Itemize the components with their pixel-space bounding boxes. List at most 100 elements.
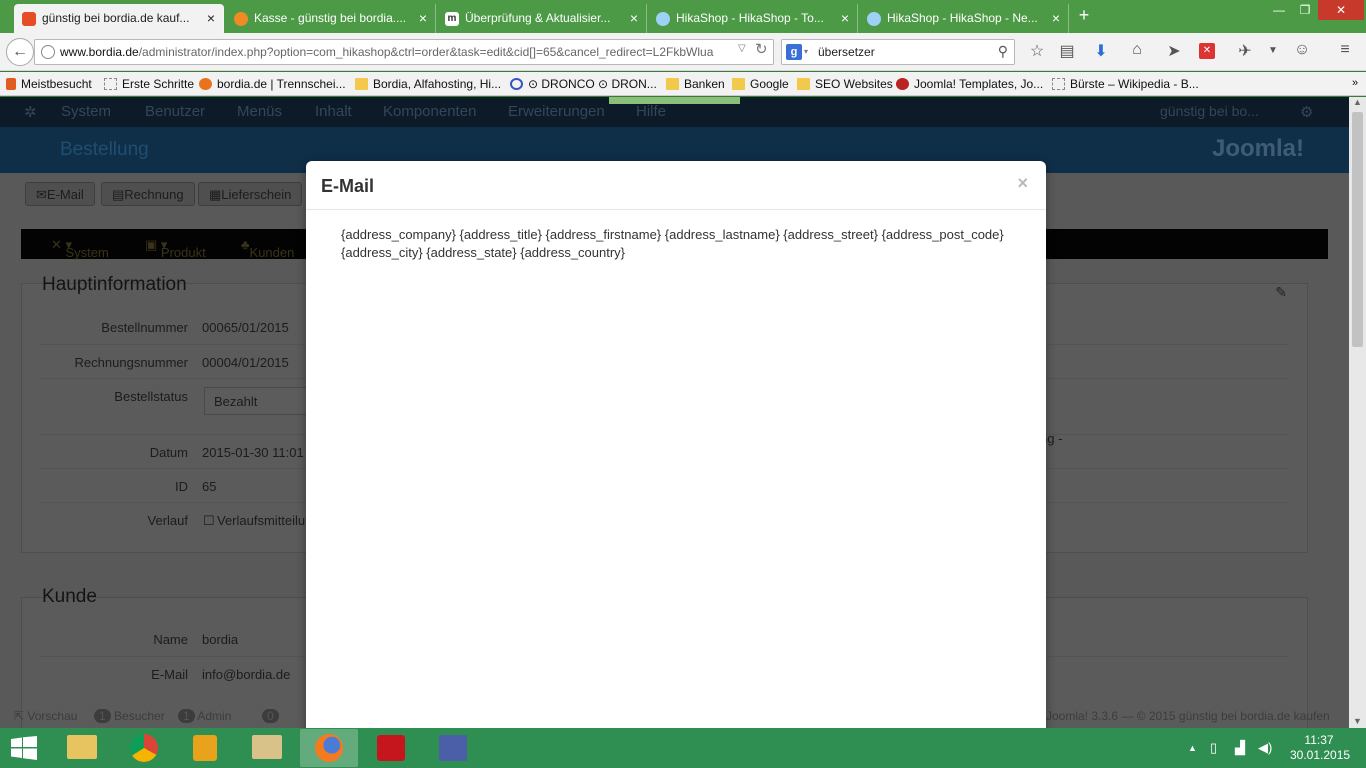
window-close-button[interactable]: ✕ xyxy=(1318,0,1364,20)
customer-title: Kunde xyxy=(42,586,97,607)
close-icon[interactable]: × xyxy=(419,10,427,26)
tab-5[interactable]: HikaShop - HikaShop - Ne... × xyxy=(859,4,1069,33)
hika-menu-system[interactable]: ✕ System ▾ xyxy=(51,237,109,260)
tab-3[interactable]: m Überprüfung & Aktualisier... × xyxy=(437,4,647,33)
bookmarks-overflow-icon[interactable]: » xyxy=(1352,77,1358,89)
bookmark-meistbesucht[interactable]: Meistbesucht xyxy=(6,77,92,91)
scroll-up-icon[interactable]: ▲ xyxy=(1353,97,1362,107)
tab-2[interactable]: Kasse - günstig bei bordia.... × xyxy=(226,4,436,33)
magnifier-icon[interactable]: ⚲ xyxy=(998,43,1008,60)
visitors-badge: 1 Besucher xyxy=(94,709,165,723)
tab-1[interactable]: günstig bei bordia.de kauf... × xyxy=(14,4,224,33)
bookmark-bordia[interactable]: bordia.de | Trennschei... xyxy=(199,77,346,91)
search-input[interactable]: übersetzer xyxy=(818,45,875,59)
new-tab-button[interactable]: + xyxy=(1072,5,1096,26)
menu-inhalt[interactable]: Inhalt xyxy=(315,103,352,120)
taskbar-chrome[interactable] xyxy=(115,729,173,767)
invoice-button[interactable]: ▤Rechnung xyxy=(101,182,195,206)
menu-menues[interactable]: Menüs xyxy=(237,103,282,120)
search-engine-dropdown-icon[interactable]: ▾ xyxy=(804,47,808,56)
bookmark-label: SEO Websites xyxy=(815,77,893,91)
restore-button[interactable]: ❐ xyxy=(1292,0,1318,20)
bookmark-wikipedia[interactable]: Bürste – Wikipedia - B... xyxy=(1052,77,1199,91)
row-label: Datum xyxy=(149,445,188,460)
hika-menu-produkt[interactable]: ▣ Produkt ▾ xyxy=(145,237,206,260)
envelope-icon: ✉ xyxy=(36,187,47,202)
home-icon[interactable]: ⌂ xyxy=(1126,41,1148,59)
download-icon[interactable]: ⬇ xyxy=(1090,41,1112,61)
taskbar-firefox[interactable] xyxy=(300,729,358,767)
bookmark-google[interactable]: Google xyxy=(732,77,789,91)
history-checkbox[interactable]: ☐ xyxy=(203,513,215,529)
bookmark-list-icon[interactable]: ▤ xyxy=(1056,41,1078,61)
modal-header: E-Mail × xyxy=(306,161,1046,210)
page-scrollbar[interactable]: ▲ ▼ xyxy=(1349,97,1366,728)
bookmark-bordia-alfahosting[interactable]: Bordia, Alfahosting, Hi... xyxy=(355,77,501,91)
hika-menu-system-label: System xyxy=(65,245,109,260)
smiley-icon[interactable]: ☺ xyxy=(1291,41,1313,59)
close-icon[interactable]: × xyxy=(841,10,849,26)
app-icon xyxy=(439,735,467,761)
admin-count: 1 xyxy=(178,709,195,723)
taskbar-explorer[interactable] xyxy=(53,729,111,767)
row-value: 65 xyxy=(202,479,217,494)
menu-komponenten[interactable]: Komponenten xyxy=(383,103,476,120)
preview-link[interactable]: ⇱ Vorschau xyxy=(14,709,77,723)
globe-icon xyxy=(41,45,55,59)
joomla-logo: Joomla! xyxy=(1212,135,1305,162)
windows-start-icon[interactable] xyxy=(10,736,38,760)
system-clock[interactable]: 11:37 30.01.2015 xyxy=(1290,733,1350,763)
bookmark-star-icon[interactable]: ☆ xyxy=(1026,41,1048,61)
menu-benutzer[interactable]: Benutzer xyxy=(145,103,205,120)
close-icon[interactable]: × xyxy=(207,10,215,26)
email-button-label: E-Mail xyxy=(46,187,84,202)
modal-close-icon[interactable]: × xyxy=(1017,173,1028,194)
scroll-down-icon[interactable]: ▼ xyxy=(1353,716,1362,726)
bookmark-label: Meistbesucht xyxy=(21,77,92,91)
scroll-thumb[interactable] xyxy=(1352,112,1363,347)
row-label: Bestellstatus xyxy=(114,389,188,404)
url-bar[interactable]: www.bordia.de/administrator/index.php?op… xyxy=(34,39,774,65)
bookmark-joomla-templates[interactable]: Joomla! Templates, Jo... xyxy=(896,77,1043,91)
dropdown-arrow-icon[interactable]: ▽ xyxy=(738,43,746,54)
email-button[interactable]: ✉E-Mail xyxy=(25,182,95,206)
taskbar-acrobat[interactable] xyxy=(362,729,420,767)
pencil-icon[interactable]: ✎ xyxy=(1275,284,1287,301)
bookmark-dronco[interactable]: ⊙ DRONCO ⊙ DRON... xyxy=(510,77,657,91)
search-bar[interactable]: g ▾ übersetzer ⚲ xyxy=(781,39,1015,65)
delivery-note-button[interactable]: ▦Lieferschein xyxy=(198,182,303,206)
taskbar-notes[interactable] xyxy=(176,729,234,767)
more-dropdown-icon[interactable]: ▼ xyxy=(1262,45,1284,56)
bookmark-seo-websites[interactable]: SEO Websites xyxy=(797,77,893,91)
menu-system[interactable]: System xyxy=(61,103,111,120)
minimize-button[interactable]: — xyxy=(1266,0,1292,20)
taskbar-app[interactable] xyxy=(424,729,482,767)
tab-3-label: Überprüfung & Aktualisier... xyxy=(465,11,611,25)
pdf-addon-icon[interactable]: ✕ xyxy=(1199,43,1215,59)
hika-menu-kunden[interactable]: ♣ Kunden xyxy=(241,237,294,260)
bookmark-label: Bordia, Alfahosting, Hi... xyxy=(373,77,502,91)
menu-icon[interactable]: ≡ xyxy=(1334,41,1356,59)
menu-erweiterungen[interactable]: Erweiterungen xyxy=(508,103,605,120)
bookmark-banken[interactable]: Banken xyxy=(666,77,725,91)
bookmark-erste-schritte[interactable]: Erste Schritte xyxy=(104,77,194,91)
menu-hilfe[interactable]: Hilfe xyxy=(636,103,666,120)
tray-device-icon[interactable]: ▯ xyxy=(1210,740,1217,756)
order-status-select[interactable]: Bezahlt xyxy=(204,387,314,415)
tab-4[interactable]: HikaShop - HikaShop - To... × xyxy=(648,4,858,33)
network-icon[interactable]: ▟ xyxy=(1235,740,1245,756)
back-button[interactable]: ← xyxy=(6,38,34,66)
joomla-menu-icon[interactable]: ✲ xyxy=(24,103,37,121)
close-icon[interactable]: × xyxy=(1052,10,1060,26)
site-link[interactable]: günstig bei bo... xyxy=(1160,103,1259,119)
addon-icon[interactable]: ✈ xyxy=(1234,41,1256,61)
close-icon[interactable]: × xyxy=(630,10,638,26)
row-label: Bestellnummer xyxy=(101,320,188,335)
gear-icon[interactable]: ⚙ xyxy=(1300,103,1313,121)
reload-icon[interactable]: ↻ xyxy=(755,40,768,58)
bookmark-label: Banken xyxy=(684,77,725,91)
taskbar-file-manager[interactable] xyxy=(238,729,296,767)
send-icon[interactable]: ➤ xyxy=(1163,41,1185,61)
volume-icon[interactable]: ◀) xyxy=(1258,740,1272,756)
tray-expand-icon[interactable]: ▲ xyxy=(1188,743,1197,753)
